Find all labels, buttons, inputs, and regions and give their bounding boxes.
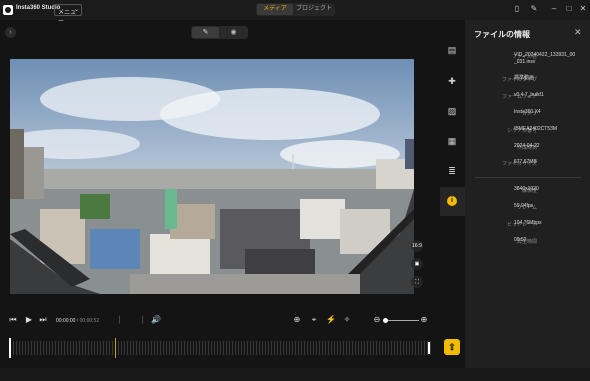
info-value-framerate: 59.94fps	[514, 203, 534, 209]
add-keyframe-icon[interactable]: ⊕	[292, 315, 302, 325]
feedback-icon[interactable]: ✎	[529, 4, 539, 14]
info-value-filetype: 標準動画	[514, 75, 535, 81]
zoom-out-icon[interactable]: ⊖	[372, 315, 382, 325]
info-value-duration: 00:52	[514, 237, 527, 243]
chevron-down-icon: ⌄	[73, 7, 79, 13]
image-adjust-icon[interactable]: ▨	[446, 105, 458, 117]
info-value-firmware: v0.4.7_build1	[514, 92, 544, 98]
view-toggle: ✎ ◉	[191, 26, 248, 39]
playhead[interactable]	[9, 338, 11, 358]
skip-forward-icon[interactable]: ⏭	[38, 315, 48, 325]
screenshot-icon[interactable]: ▣	[411, 258, 423, 270]
minimize-icon[interactable]: –	[549, 4, 559, 14]
media-project-tabs: メディア プロジェクト	[256, 3, 335, 16]
timeline[interactable]	[8, 338, 433, 358]
play-icon[interactable]: ▶	[24, 315, 34, 325]
trim-end-icon[interactable]: ⎹	[134, 315, 144, 325]
info-value-camera: Insta360 X4	[514, 109, 541, 115]
document-icon[interactable]: ▦	[446, 135, 458, 147]
info-icon[interactable]: i	[447, 196, 457, 206]
flash-icon[interactable]: ⚡	[326, 315, 336, 325]
info-value-resolution: 3840x1920	[514, 186, 539, 192]
layout-icon[interactable]: ▯	[512, 4, 522, 14]
info-value-serial: IBMEA2402CT53M	[514, 126, 558, 132]
app-logo-icon	[3, 5, 13, 15]
timeline-marker	[115, 338, 116, 358]
fullscreen-icon[interactable]: ⛶	[411, 276, 423, 288]
zoom-in-icon[interactable]: ⊕	[419, 315, 429, 325]
export-icon[interactable]: ⇪	[444, 339, 460, 355]
info-value-bitrate: 104.76Mbps	[514, 220, 542, 226]
stack-icon[interactable]: ≣	[446, 165, 458, 177]
panel-divider	[475, 177, 581, 178]
total-time: 00:00:52	[79, 318, 100, 324]
puzzle-icon[interactable]: ✚	[446, 75, 458, 87]
maximize-icon[interactable]: □	[564, 4, 574, 14]
reframe-icon[interactable]: ⌖	[309, 315, 319, 325]
preview-eye-icon[interactable]: ◉	[220, 27, 247, 38]
zoom-slider-handle[interactable]	[383, 318, 388, 323]
close-icon[interactable]: ✕	[574, 27, 582, 38]
ai-edit-icon[interactable]: ✧	[342, 315, 352, 325]
panel-title: ファイルの情報	[474, 30, 530, 39]
edit-mode-icon[interactable]: ✎	[192, 27, 219, 38]
skip-back-icon[interactable]: ⏮	[8, 315, 18, 325]
timeline-ticks	[13, 341, 431, 355]
volume-icon[interactable]: 🔊	[151, 315, 161, 325]
trim-start-icon[interactable]: ⎸	[118, 315, 128, 325]
video-preview[interactable]	[10, 59, 414, 294]
current-time: 00:00:00	[56, 318, 76, 324]
info-value-filesize: 677.67MB	[514, 159, 537, 165]
info-value-filename: VID_20240422_133931_00_031.insv	[514, 52, 576, 65]
layers-icon[interactable]: ▤	[446, 44, 458, 56]
aspect-ratio-button[interactable]: 16:9	[411, 240, 423, 252]
tab-media[interactable]: メディア	[257, 4, 293, 15]
zoom-slider-track[interactable]	[383, 320, 419, 321]
menu-button[interactable]: メニュー ⌄	[54, 4, 82, 25]
info-value-created: 2024-04-22	[514, 143, 540, 149]
timecode: 00:00:00 / 00:00:52	[56, 318, 100, 324]
status-bar	[0, 368, 590, 381]
file-info-panel	[465, 20, 590, 375]
timeline-end-handle[interactable]	[428, 342, 430, 354]
back-icon[interactable]: ›	[5, 27, 16, 38]
close-window-icon[interactable]: ✕	[578, 4, 588, 14]
tab-project[interactable]: プロジェクト	[295, 4, 333, 15]
